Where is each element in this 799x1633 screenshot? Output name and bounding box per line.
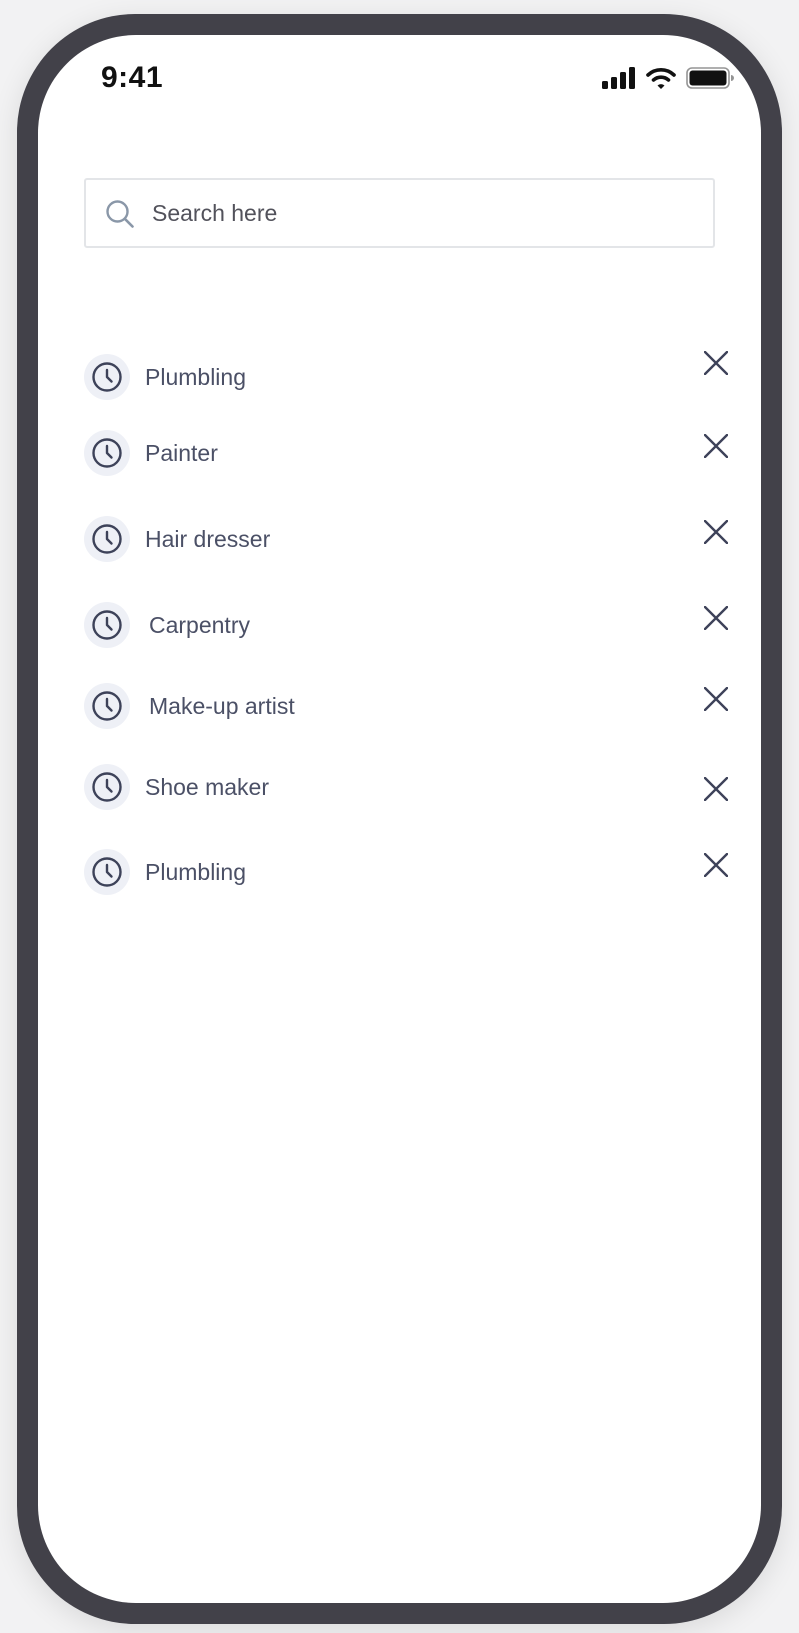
- history-item-label: Carpentry: [149, 612, 250, 638]
- history-item[interactable]: Plumbling: [84, 351, 728, 404]
- screen: 9:41 Search here Plumbling Painter Hair …: [38, 35, 761, 1603]
- remove-button[interactable]: [700, 773, 732, 805]
- history-item[interactable]: Make-up artist: [84, 683, 728, 733]
- search-input[interactable]: [152, 180, 692, 246]
- clock-icon: [84, 764, 130, 810]
- cellular-signal-icon: [602, 67, 636, 94]
- history-item[interactable]: Carpentry: [84, 602, 728, 652]
- status-bar: 9:41: [38, 35, 761, 125]
- remove-button[interactable]: [700, 430, 732, 462]
- history-item-label: Plumbling: [145, 364, 246, 390]
- status-icons: [602, 67, 734, 94]
- history-item-label: Painter: [145, 440, 218, 466]
- history-item-label: Plumbling: [145, 859, 246, 885]
- history-item[interactable]: Shoe maker: [84, 764, 728, 814]
- history-item-label: Make-up artist: [149, 693, 295, 719]
- status-time: 9:41: [101, 61, 164, 94]
- remove-button[interactable]: [700, 849, 732, 881]
- search-icon: [105, 199, 135, 229]
- remove-button[interactable]: [700, 516, 732, 548]
- battery-icon: [686, 67, 734, 94]
- clock-icon: [84, 354, 130, 400]
- remove-button[interactable]: [700, 683, 732, 715]
- clock-icon: [84, 683, 130, 729]
- history-item-label: Shoe maker: [145, 774, 270, 800]
- phone-frame: 9:41 Search here Plumbling Painter Hair …: [17, 14, 782, 1624]
- wifi-icon: [646, 67, 676, 94]
- clock-icon: [84, 849, 130, 895]
- remove-button[interactable]: [700, 347, 732, 379]
- clock-icon: [84, 430, 130, 476]
- clock-icon: [84, 516, 130, 562]
- history-item[interactable]: Hair dresser: [84, 516, 728, 566]
- history-item-label: Hair dresser: [145, 526, 271, 552]
- history-item[interactable]: Plumbling: [84, 849, 728, 899]
- clock-icon: [84, 602, 130, 648]
- remove-button[interactable]: [700, 602, 732, 634]
- search-bar[interactable]: [84, 178, 715, 248]
- history-item[interactable]: Painter: [84, 430, 728, 480]
